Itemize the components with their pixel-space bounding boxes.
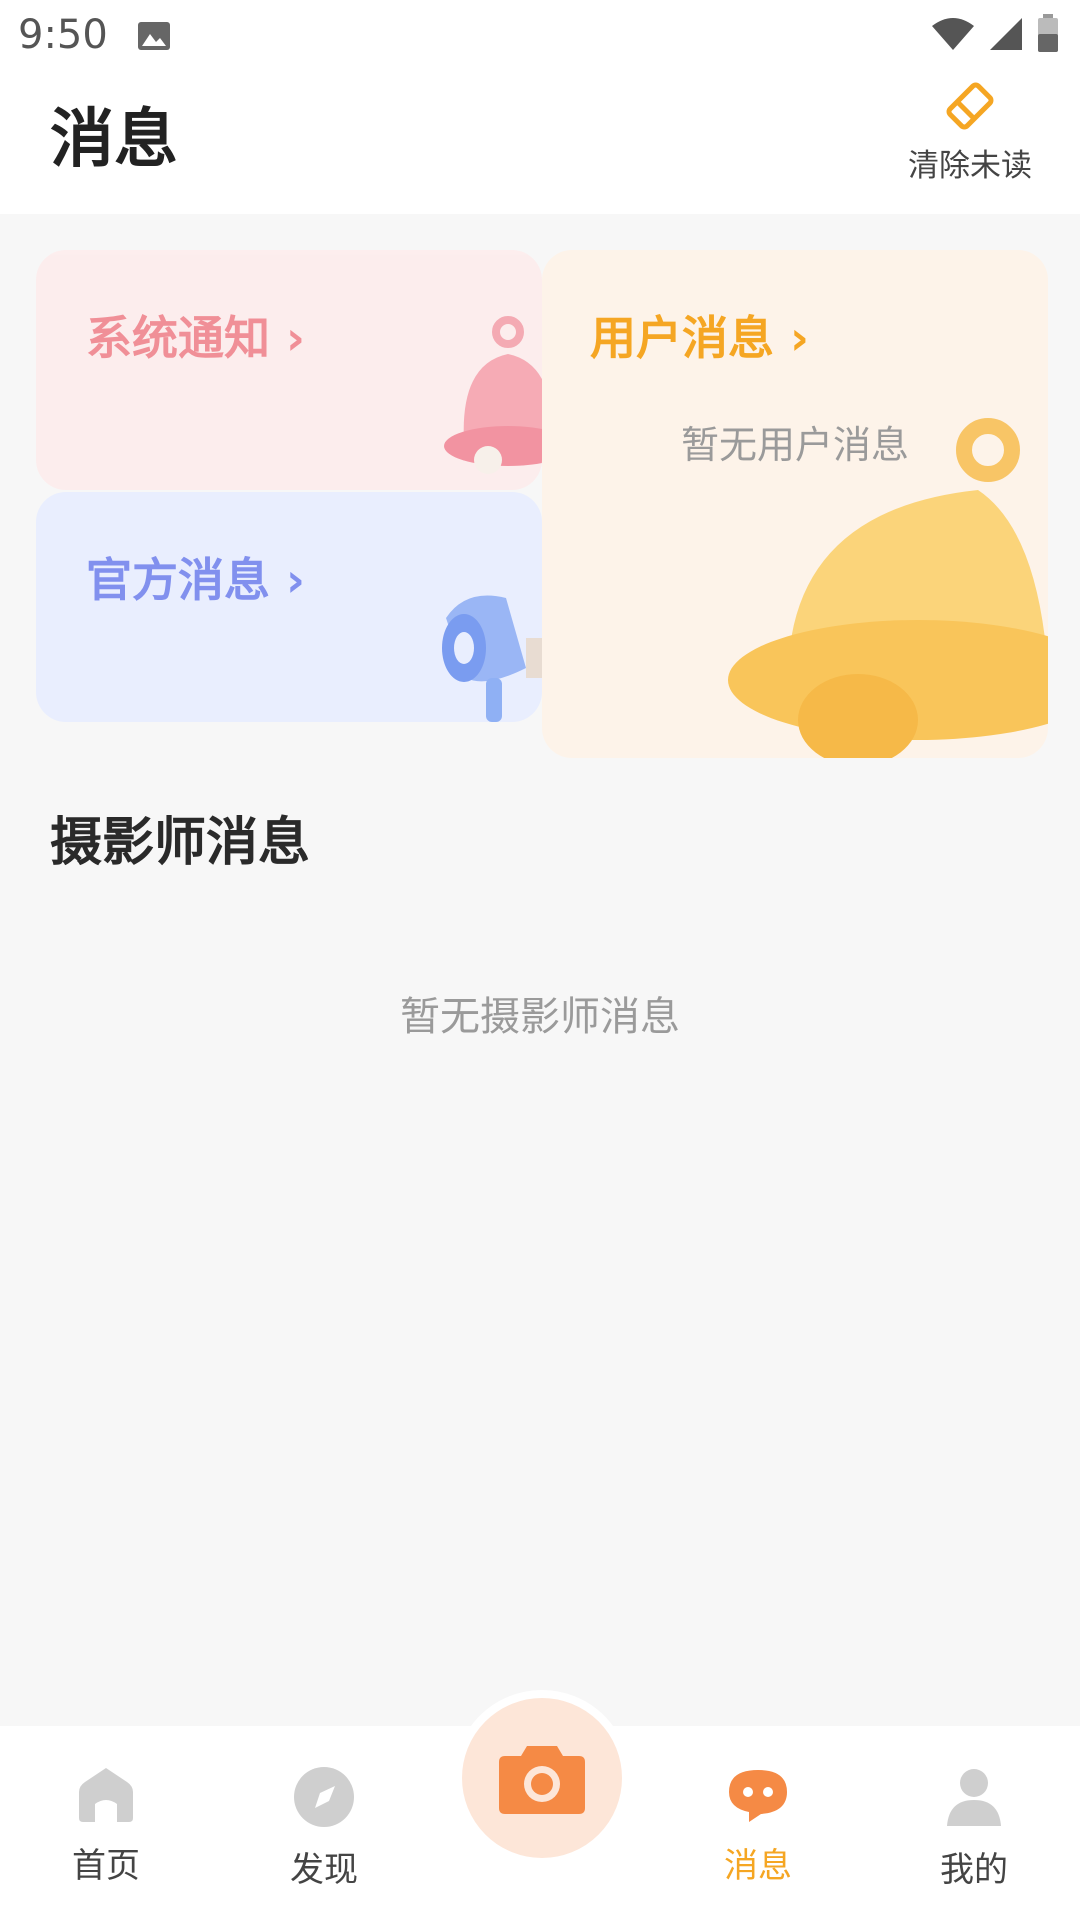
tab-message[interactable]: 消息 bbox=[688, 1766, 828, 1887]
tab-discover[interactable]: 发现 bbox=[254, 1766, 394, 1891]
tab-mine[interactable]: 我的 bbox=[904, 1766, 1044, 1891]
user-icon bbox=[947, 1769, 1001, 1826]
clear-unread-label: 清除未读 bbox=[908, 148, 1032, 184]
official-message-title: 官方消息 › bbox=[86, 553, 305, 607]
camera-icon bbox=[499, 1746, 585, 1814]
compass-icon bbox=[294, 1767, 354, 1827]
page-header: 消息 清除未读 bbox=[0, 78, 1080, 214]
message-category-cards: 系统通知 › 官方消息 › 用户消息 › 暂无用户消息 bbox=[0, 214, 1080, 774]
chat-icon bbox=[729, 1770, 787, 1822]
bell-icon bbox=[444, 316, 542, 474]
camera-button[interactable] bbox=[454, 1690, 630, 1866]
signal-icon bbox=[990, 18, 1022, 50]
wifi-icon bbox=[932, 18, 974, 50]
system-notice-card[interactable]: 系统通知 › bbox=[36, 250, 542, 490]
page-title: 消息 bbox=[50, 103, 178, 177]
tab-home-label: 首页 bbox=[72, 1846, 140, 1886]
user-message-title: 用户消息 › bbox=[590, 311, 809, 365]
system-notice-title: 系统通知 › bbox=[86, 311, 305, 365]
photographer-empty-text: 暂无摄影师消息 bbox=[400, 994, 680, 1040]
status-icons bbox=[930, 14, 1060, 54]
tab-mine-label: 我的 bbox=[940, 1850, 1008, 1890]
battery-icon bbox=[1038, 14, 1058, 52]
official-message-card[interactable]: 官方消息 › bbox=[36, 492, 542, 722]
user-message-card[interactable]: 用户消息 › 暂无用户消息 bbox=[542, 250, 1048, 758]
eraser-icon bbox=[946, 82, 994, 130]
image-icon bbox=[136, 18, 172, 54]
megaphone-icon bbox=[442, 595, 542, 722]
bell-icon bbox=[728, 418, 1048, 758]
status-bar: 9:50 bbox=[0, 0, 1080, 78]
tab-discover-label: 发现 bbox=[290, 1850, 358, 1890]
tab-home[interactable]: 首页 bbox=[36, 1766, 176, 1887]
photographer-section-title: 摄影师消息 bbox=[50, 813, 311, 873]
home-icon bbox=[79, 1768, 133, 1822]
status-time: 9:50 bbox=[18, 12, 108, 58]
tab-message-label: 消息 bbox=[724, 1846, 792, 1886]
clear-unread-button[interactable]: 清除未读 bbox=[900, 78, 1040, 188]
